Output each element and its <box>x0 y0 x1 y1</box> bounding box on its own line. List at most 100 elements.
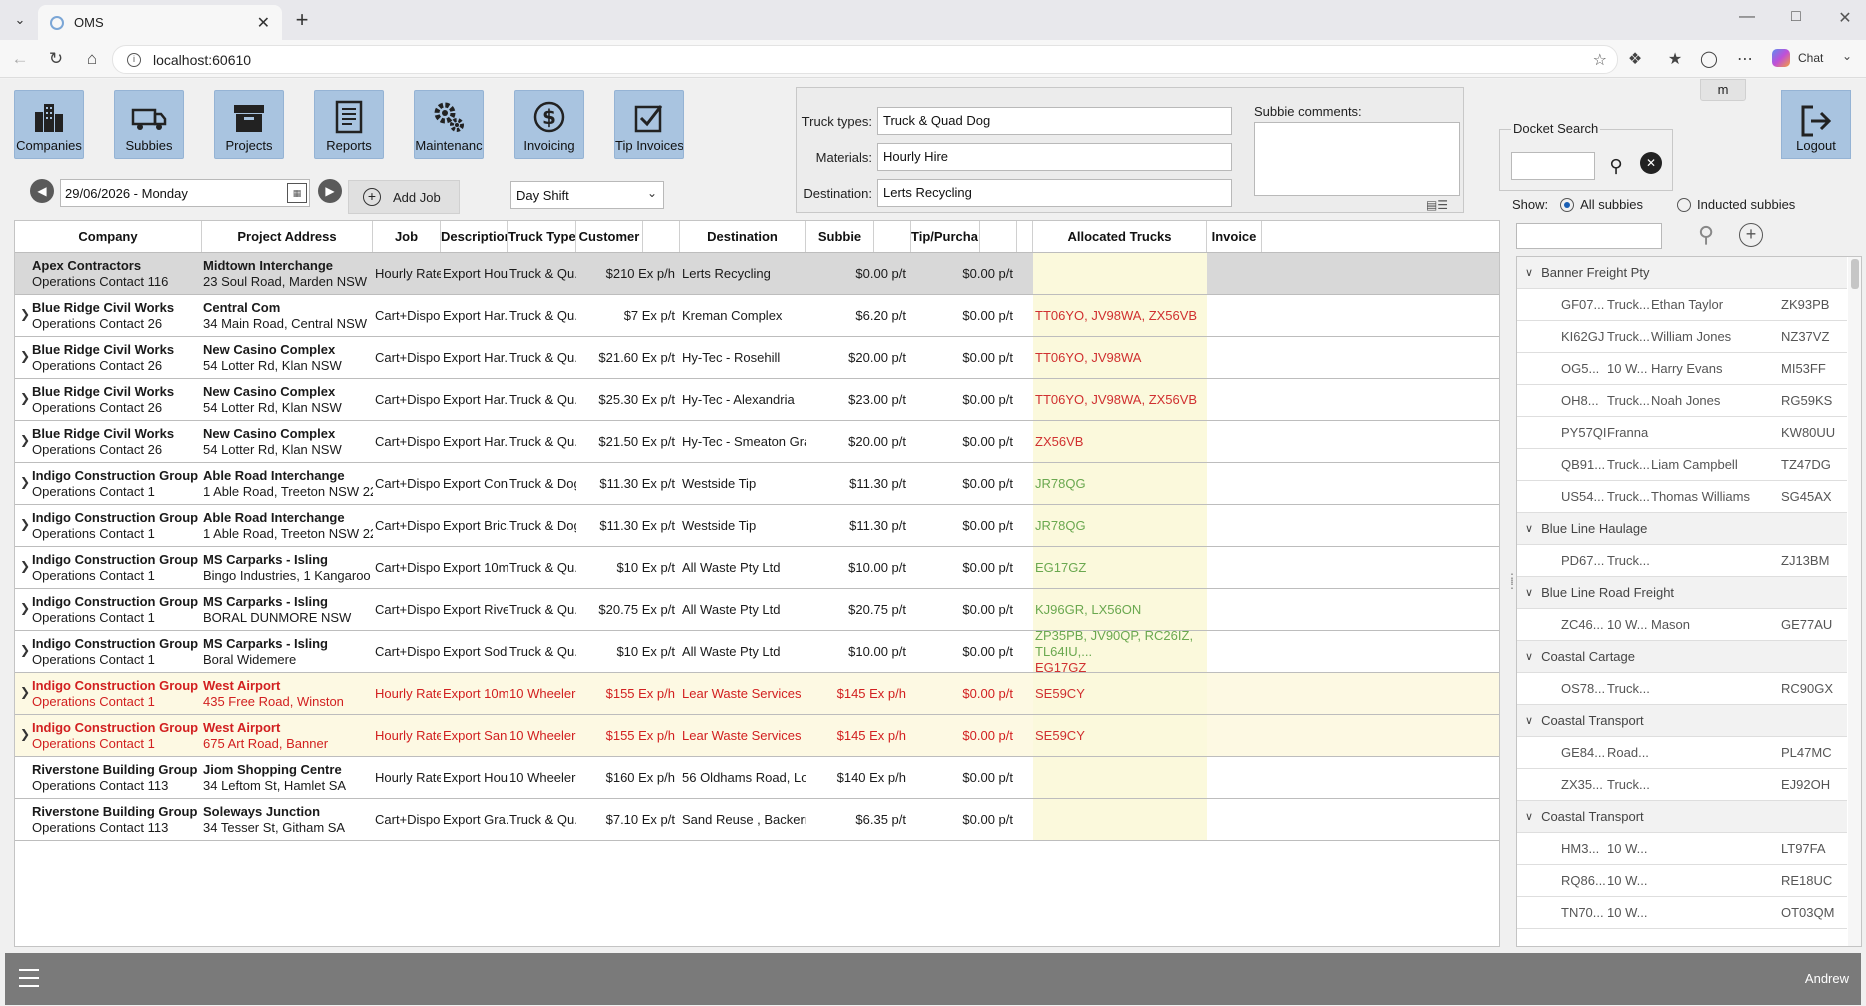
subbie-truck-item[interactable]: ZC46... 10 W... Mason GE77AU <box>1517 609 1847 641</box>
column-header[interactable]: Customer <box>576 221 643 252</box>
truck-rego[interactable]: RC26IZ <box>1145 631 1190 643</box>
search-icon[interactable]: ⚲ <box>1603 152 1629 180</box>
column-header[interactable] <box>874 221 911 252</box>
truck-rego[interactable]: EG17GZ <box>1035 560 1086 575</box>
truck-rego[interactable]: JV98WA <box>1091 308 1141 323</box>
chat-button[interactable]: Chat <box>1772 49 1823 67</box>
favorite-star-icon[interactable]: ☆ <box>1593 50 1607 70</box>
column-header[interactable] <box>643 221 680 252</box>
column-header[interactable]: Description <box>441 221 508 252</box>
allocated-trucks-cell[interactable]: EG17GZ <box>1033 547 1207 588</box>
reports-button[interactable]: Reports <box>314 90 384 159</box>
subbie-group[interactable]: ∨ Blue Line Road Freight <box>1517 577 1847 609</box>
subbie-group[interactable]: ∨ Blue Line Haulage <box>1517 513 1847 545</box>
table-row[interactable]: ❯ Indigo Construction Group Operations Con… <box>15 715 1499 757</box>
truck-rego[interactable]: JR78QG <box>1035 518 1086 533</box>
column-header[interactable]: Truck Type <box>508 221 576 252</box>
subbie-group[interactable]: ∨ Coastal Transport <box>1517 705 1847 737</box>
subbie-truck-item[interactable]: PD67... Truck... ZJ13BM <box>1517 545 1847 577</box>
previous-day-icon[interactable]: ◀ <box>30 179 54 203</box>
chat-dropdown-icon[interactable]: ⌄ <box>1836 49 1858 63</box>
favorites-icon[interactable]: ★ <box>1664 49 1686 69</box>
chevron-right-icon[interactable]: ❯ <box>20 307 30 321</box>
subbie-search-input[interactable] <box>1516 223 1662 249</box>
truck-types-field[interactable]: Truck & Quad Dog <box>877 107 1232 135</box>
subbies-button[interactable]: Subbies <box>114 90 184 159</box>
truck-rego[interactable]: TL64IU,... <box>1035 644 1092 659</box>
hamburger-menu-icon[interactable] <box>19 969 39 987</box>
column-header[interactable]: Destination <box>680 221 806 252</box>
allocated-trucks-cell[interactable]: ZX56VB <box>1033 421 1207 462</box>
chevron-right-icon[interactable]: ❯ <box>20 559 30 573</box>
clear-icon[interactable]: ✕ <box>1640 152 1662 174</box>
date-picker[interactable]: 29/06/2026 - Monday ▦ <box>60 179 310 207</box>
truck-rego[interactable]: JR78QG <box>1035 476 1086 491</box>
calendar-icon[interactable]: ▦ <box>287 183 307 203</box>
column-header[interactable]: Job <box>373 221 441 252</box>
extensions-icon[interactable]: ❖ <box>1624 49 1646 69</box>
allocated-trucks-cell[interactable]: KJ96GR, LX56ON <box>1033 589 1207 630</box>
scrollbar-thumb[interactable] <box>1851 259 1859 289</box>
table-row[interactable]: ❯ Indigo Construction Group Operations Con… <box>15 589 1499 631</box>
add-subbie-icon[interactable]: + <box>1739 223 1763 247</box>
url-field[interactable]: i localhost:60610 ☆ <box>112 45 1618 74</box>
truck-rego[interactable]: ZX56VB <box>1149 392 1197 407</box>
column-header[interactable] <box>980 221 1017 252</box>
allocated-trucks-cell[interactable]: ZP35PB, JV90QP, RC26IZ, TL64IU,... EG17GZ <box>1033 631 1207 672</box>
minimize-icon[interactable]: — <box>1732 8 1762 26</box>
chevron-right-icon[interactable]: ❯ <box>20 475 30 489</box>
chevron-down-icon[interactable]: ∨ <box>1525 266 1533 279</box>
subbie-truck-item[interactable]: GF07... Truck... Ethan Taylor ZK93PB <box>1517 289 1847 321</box>
table-row[interactable]: ❯ Blue Ridge Civil Works Operations Contac… <box>15 379 1499 421</box>
tip-invoices-button[interactable]: Tip Invoices <box>614 90 684 159</box>
table-row[interactable]: Riverstone Building Group Operations Cont… <box>15 757 1499 799</box>
allocated-trucks-cell[interactable]: TT06YO, JV98WA <box>1033 337 1207 378</box>
subbie-truck-item[interactable]: US54... Truck... Thomas Williams SG45AX <box>1517 481 1847 513</box>
maximize-icon[interactable]: □ <box>1781 8 1811 26</box>
allocated-trucks-cell[interactable]: JR78QG <box>1033 463 1207 504</box>
allocated-trucks-cell[interactable]: TT06YO, JV98WA, ZX56VB <box>1033 379 1207 420</box>
shift-select[interactable]: Day Shift ⌄ <box>510 181 664 209</box>
docket-search-input[interactable] <box>1511 152 1595 180</box>
table-row[interactable]: ❯ Blue Ridge Civil Works Operations Contac… <box>15 421 1499 463</box>
column-header[interactable]: Subbie <box>806 221 874 252</box>
truck-rego[interactable]: JV98WA <box>1091 392 1141 407</box>
allocated-trucks-cell[interactable]: JR78QG <box>1033 505 1207 546</box>
new-tab-icon[interactable]: + <box>290 8 314 32</box>
user-initial-badge[interactable]: m <box>1700 79 1746 101</box>
subbie-truck-item[interactable]: OS78... Truck... RC90GX <box>1517 673 1847 705</box>
column-header[interactable]: Allocated Trucks <box>1033 221 1207 252</box>
table-row[interactable]: Riverstone Building Group Operations Cont… <box>15 799 1499 841</box>
chevron-down-icon[interactable]: ∨ <box>1525 586 1533 599</box>
reload-icon[interactable]: ↻ <box>44 48 68 70</box>
table-row[interactable]: ❯ Indigo Construction Group Operations Con… <box>15 547 1499 589</box>
truck-rego[interactable]: SE59CY <box>1035 728 1085 743</box>
table-row[interactable]: ❯ Indigo Construction Group Operations Con… <box>15 505 1499 547</box>
subbie-truck-item[interactable]: QB91... Truck... Liam Campbell TZ47DG <box>1517 449 1847 481</box>
table-row[interactable]: Apex Contractors Operations Contact 116 Mi… <box>15 253 1499 295</box>
site-info-icon[interactable]: i <box>127 52 141 67</box>
window-close-icon[interactable]: ✕ <box>1830 8 1860 28</box>
subbie-truck-item[interactable]: RQ86... 10 W... RE18UC <box>1517 865 1847 897</box>
chevron-right-icon[interactable]: ❯ <box>20 601 30 615</box>
allocated-trucks-cell[interactable] <box>1033 253 1207 294</box>
chevron-right-icon[interactable]: ❯ <box>20 727 30 741</box>
column-header[interactable]: Company <box>15 221 202 252</box>
truck-rego[interactable]: TT06YO <box>1035 392 1084 407</box>
subbie-group[interactable]: ∨ Coastal Cartage <box>1517 641 1847 673</box>
allocated-trucks-cell[interactable] <box>1033 757 1207 798</box>
table-row[interactable]: ❯ Indigo Construction Group Operations Con… <box>15 673 1499 715</box>
truck-rego[interactable]: TT06YO <box>1035 308 1084 323</box>
comment-edit-icon[interactable]: ▤☰ <box>1423 198 1451 214</box>
subbie-truck-item[interactable]: HM3... 10 W... LT97FA <box>1517 833 1847 865</box>
browser-tab[interactable]: OMS ✕ <box>38 5 282 40</box>
materials-field[interactable]: Hourly Hire <box>877 143 1232 171</box>
truck-rego[interactable]: SE59CY <box>1035 686 1085 701</box>
more-icon[interactable]: ⋯ <box>1734 49 1756 69</box>
truck-rego[interactable]: ZP35PB <box>1035 631 1083 643</box>
allocated-trucks-cell[interactable] <box>1033 799 1207 840</box>
truck-rego[interactable]: JV90QP <box>1091 631 1138 643</box>
next-day-icon[interactable]: ▶ <box>318 179 342 203</box>
logout-button[interactable]: Logout <box>1781 90 1851 159</box>
subbie-truck-item[interactable]: OH8... Truck... Noah Jones RG59KS <box>1517 385 1847 417</box>
